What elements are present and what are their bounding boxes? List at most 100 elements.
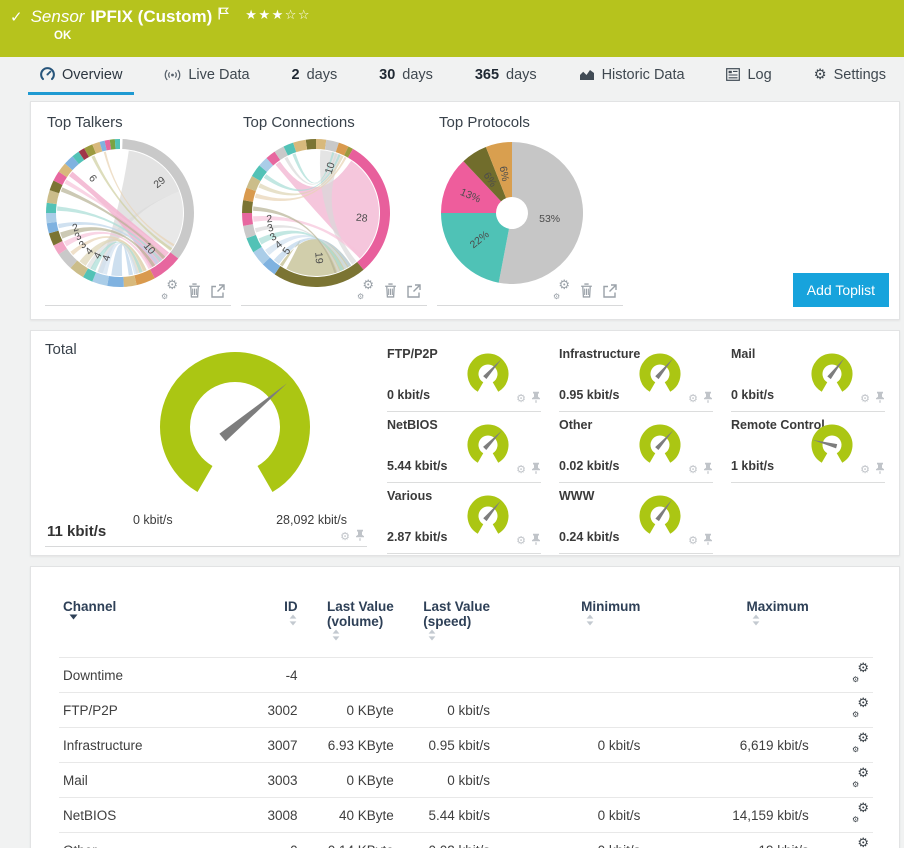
column-header-actions <box>813 585 873 658</box>
status-badge: OK <box>54 30 72 42</box>
priority-stars[interactable]: ★★★☆☆ <box>245 9 311 22</box>
toplist-row: Top Talkers 29 10 6 2 3 3 4 4 4 ⚙ ⚙ Top Connections 1… <box>45 114 885 306</box>
tab-log[interactable]: Log <box>714 57 783 95</box>
channel-settings-cell: ⚙⚙ <box>812 762 873 798</box>
tab-live-data[interactable]: Live Data <box>152 57 261 95</box>
tab-30-days[interactable]: 30 days <box>367 57 445 95</box>
toplist-title: Top Talkers <box>47 114 123 131</box>
gear-icon[interactable]: ⚙ <box>688 464 698 476</box>
toplist-top-talkers: Top Talkers 29 10 6 2 3 3 4 4 4 ⚙ ⚙ <box>45 114 231 306</box>
external-link-icon[interactable] <box>211 283 225 303</box>
gear-icon[interactable]: ⚙ <box>688 393 698 405</box>
cell-value: 0 kbit/s <box>397 692 495 728</box>
svg-text:6: 6 <box>86 173 99 185</box>
gear-combo-icon[interactable]: ⚙⚙ <box>852 802 869 824</box>
flag-icon[interactable] <box>218 7 230 20</box>
tab-settings[interactable]: ⚙ Settings <box>802 57 898 95</box>
gauge-tile-mail: Mail 0 kbit/s ⚙ <box>731 341 885 412</box>
gear-icon[interactable]: ⚙ <box>516 464 526 476</box>
tab-365-days[interactable]: 365 days <box>463 57 549 95</box>
channel-table: Channel ID Last Value (volume) Last Value (sp… <box>59 585 873 848</box>
column-header-id[interactable]: ID <box>239 585 301 658</box>
channel-gauge-actions: ⚙ <box>860 462 885 477</box>
gear-combo-icon[interactable]: ⚙⚙ <box>852 732 869 754</box>
gear-combo-icon[interactable]: ⚙⚙ <box>852 767 869 789</box>
svg-text:28: 28 <box>355 212 368 225</box>
tab-historic-data[interactable]: Historic Data <box>567 57 697 95</box>
column-header-last-value-volume[interactable]: Last Value (volume) <box>302 585 398 658</box>
gear-combo-icon[interactable]: ⚙⚙ <box>853 837 869 848</box>
gear-combo-icon[interactable]: ⚙⚙ <box>357 279 374 303</box>
tab-2-days[interactable]: 2 days <box>280 57 350 95</box>
external-link-icon[interactable] <box>407 283 421 303</box>
pin-icon[interactable] <box>703 391 713 406</box>
table-row-infrastructure: Infrastructure 3007 6.93 KByte 0.95 kbit/s 0… <box>59 727 873 763</box>
cell-value: 5.44 kbit/s <box>397 797 495 833</box>
pin-icon[interactable] <box>531 391 541 406</box>
column-header-channel[interactable]: Channel <box>59 585 239 658</box>
column-header-maximum[interactable]: Maximum <box>644 585 812 658</box>
toplist-chord-chart[interactable]: 10 28 19 2 3 3 4 5 <box>241 138 427 288</box>
trash-icon[interactable] <box>188 283 201 303</box>
cell-value: 19 kbit/s <box>644 832 813 848</box>
total-gauge <box>131 341 339 509</box>
pin-icon[interactable] <box>703 462 713 477</box>
cell-value: 3002 <box>239 692 302 728</box>
gear-combo-icon[interactable]: ⚙⚙ <box>161 279 178 303</box>
trash-icon[interactable] <box>580 283 593 303</box>
gear-icon[interactable]: ⚙ <box>516 535 526 547</box>
channel-gauge <box>805 349 859 397</box>
cell-value <box>301 657 398 693</box>
channel-gauge-value: 0.95 kbit/s <box>559 388 620 402</box>
channel-settings-cell: ⚙⚙ <box>812 727 873 763</box>
gear-icon[interactable]: ⚙ <box>516 393 526 405</box>
total-gauge-actions: ⚙ <box>340 529 365 544</box>
channel-settings-cell: ⚙⚙ <box>812 797 873 833</box>
column-header-minimum[interactable]: Minimum <box>494 585 644 658</box>
tab-overview[interactable]: Overview <box>28 57 135 95</box>
toplist-chord-chart[interactable]: 29 10 6 2 3 3 4 4 4 <box>45 138 231 288</box>
cell-value: 6.93 KByte <box>301 727 398 763</box>
cell-value: -4 <box>239 657 302 693</box>
gear-icon[interactable]: ⚙ <box>860 393 870 405</box>
gear-icon[interactable]: ⚙ <box>688 535 698 547</box>
pin-icon[interactable] <box>531 533 541 548</box>
tab-label: Overview <box>62 66 123 83</box>
channel-gauge-value: 2.87 kbit/s <box>387 530 448 544</box>
toplist-actions: ⚙ ⚙ <box>437 279 617 303</box>
toplists-panel: Top Talkers 29 10 6 2 3 3 4 4 4 ⚙ ⚙ Top Connections 1… <box>30 101 900 320</box>
channel-gauge-value: 1 kbit/s <box>731 459 775 473</box>
toplist-title: Top Protocols <box>439 114 530 131</box>
gear-combo-icon[interactable]: ⚙⚙ <box>852 662 869 684</box>
gear-icon[interactable]: ⚙ <box>340 531 350 542</box>
toplist-top-protocols: Top Protocols 53% 22% 13% 6% 6% ⚙ ⚙ <box>437 114 623 306</box>
tab-label: Log <box>747 66 772 83</box>
cell-value <box>644 762 813 798</box>
gauges-panel: Total 0 kbit/s 28,092 kbit/s 11 kbit/s ⚙… <box>30 330 900 556</box>
sensor-name: IPFIX (Custom) <box>90 7 213 26</box>
cell-value <box>494 692 645 728</box>
toplist-pie-chart[interactable]: 53% 22% 13% 6% 6% <box>437 138 623 288</box>
channel-gauge-grid: FTP/P2P 0 kbit/s ⚙ Infrastructure 0.95 kbit/… <box>387 341 885 555</box>
pin-icon[interactable] <box>875 391 885 406</box>
pin-icon[interactable] <box>875 462 885 477</box>
trash-icon[interactable] <box>384 283 397 303</box>
cell-channel: Downtime <box>59 657 240 693</box>
cell-value: 6,619 kbit/s <box>644 727 813 763</box>
cell-value <box>644 692 813 728</box>
external-link-icon[interactable] <box>603 283 617 303</box>
pin-icon[interactable] <box>703 533 713 548</box>
cell-value <box>494 657 645 693</box>
gear-icon[interactable]: ⚙ <box>860 464 870 476</box>
prtg-sensor-page: ✓ Sensor IPFIX (Custom) ★★★☆☆ OK Overvie… <box>0 0 904 848</box>
gear-combo-icon[interactable]: ⚙⚙ <box>852 697 869 719</box>
column-header-last-value-speed[interactable]: Last Value (speed) <box>398 585 494 658</box>
add-toplist-button[interactable]: Add Toplist <box>792 273 889 307</box>
pin-icon[interactable] <box>355 529 365 544</box>
cell-value: 0 KByte <box>301 692 398 728</box>
gauge-tile-infrastructure: Infrastructure 0.95 kbit/s ⚙ <box>559 341 713 412</box>
gear-combo-icon[interactable]: ⚙⚙ <box>553 279 570 303</box>
table-row-ftp-p2p: FTP/P2P 3002 0 KByte 0 kbit/s ⚙ ⚙ <box>59 692 873 728</box>
pin-icon[interactable] <box>531 462 541 477</box>
total-gauge-scale: 0 kbit/s 28,092 kbit/s <box>133 513 347 527</box>
